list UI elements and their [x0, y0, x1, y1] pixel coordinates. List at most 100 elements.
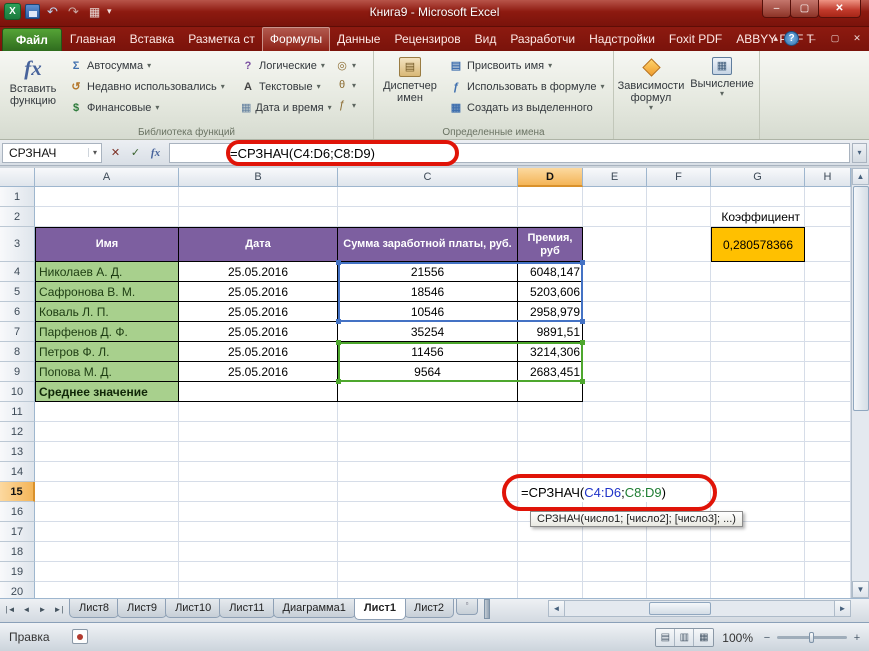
- sheet-tab-4[interactable]: Лист11: [219, 599, 274, 618]
- insert-function-icon[interactable]: fx: [147, 144, 164, 161]
- cell-A7[interactable]: Парфенов Д. Ф.: [35, 322, 179, 342]
- cell-H18[interactable]: [805, 542, 851, 562]
- row-header-10[interactable]: 10: [0, 382, 35, 402]
- cell-A17[interactable]: [35, 522, 179, 542]
- cell-D2[interactable]: [518, 207, 583, 227]
- cell-A1[interactable]: [35, 187, 179, 207]
- cell-A11[interactable]: [35, 402, 179, 422]
- zoom-in-icon[interactable]: +: [851, 632, 863, 644]
- math-trig-button[interactable]: θ ▾: [332, 76, 370, 94]
- cell-D6[interactable]: 2958,979: [518, 302, 583, 322]
- row-header-4[interactable]: 4: [0, 262, 35, 282]
- maximize-button[interactable]: ▢: [790, 0, 819, 18]
- cell-B19[interactable]: [179, 562, 338, 582]
- insert-function-button[interactable]: fx Вставить функцию: [4, 54, 62, 107]
- cell-F9[interactable]: [647, 362, 711, 382]
- use_in_formula-button[interactable]: ƒИспользовать в формуле▾: [446, 77, 610, 96]
- expand-formula-bar-icon[interactable]: ▾: [852, 143, 867, 163]
- cell-B6[interactable]: 25.05.2016: [179, 302, 338, 322]
- cell-D10[interactable]: [518, 382, 583, 402]
- cell-C20[interactable]: [338, 582, 518, 598]
- cell-A13[interactable]: [35, 442, 179, 462]
- cell-C14[interactable]: [338, 462, 518, 482]
- name-manager-button[interactable]: ▤ Диспетчер имен: [378, 54, 442, 104]
- ribbon-tab-5[interactable]: Данные: [330, 28, 387, 51]
- column-header-E[interactable]: E: [583, 168, 647, 187]
- cell-E9[interactable]: [583, 362, 647, 382]
- zoom-out-icon[interactable]: −: [761, 632, 773, 644]
- sheet-tab-6[interactable]: Лист1: [354, 599, 406, 620]
- column-header-D[interactable]: D: [518, 168, 583, 187]
- row-header-5[interactable]: 5: [0, 282, 35, 302]
- row-header-13[interactable]: 13: [0, 442, 35, 462]
- cell-C10[interactable]: [338, 382, 518, 402]
- cell-D12[interactable]: [518, 422, 583, 442]
- row-header-1[interactable]: 1: [0, 187, 35, 207]
- cancel-entry-button[interactable]: ✕: [107, 144, 124, 161]
- cell-C6[interactable]: 10546: [338, 302, 518, 322]
- tab-splitter-handle[interactable]: [484, 599, 490, 619]
- cell-H14[interactable]: [805, 462, 851, 482]
- cell-B9[interactable]: 25.05.2016: [179, 362, 338, 382]
- cell-G6[interactable]: [711, 302, 805, 322]
- cell-F6[interactable]: [647, 302, 711, 322]
- row-header-7[interactable]: 7: [0, 322, 35, 342]
- logic-menu-button[interactable]: ?Логические▾: [238, 56, 330, 75]
- cell-E12[interactable]: [583, 422, 647, 442]
- row-header-19[interactable]: 19: [0, 562, 35, 582]
- cell-C11[interactable]: [338, 402, 518, 422]
- cell-F2[interactable]: [647, 207, 711, 227]
- cell-A3[interactable]: Имя: [35, 227, 179, 262]
- cell-F8[interactable]: [647, 342, 711, 362]
- zoom-thumb[interactable]: [809, 632, 814, 643]
- workbook-restore-icon[interactable]: ▢: [827, 33, 843, 44]
- sheet-tab-3[interactable]: Лист10: [165, 599, 221, 618]
- scroll-right-icon[interactable]: ►: [834, 601, 850, 616]
- column-header-B[interactable]: B: [179, 168, 338, 187]
- cell-A10[interactable]: Среднее значение: [35, 382, 179, 402]
- cell-H5[interactable]: [805, 282, 851, 302]
- name-box-caret-icon[interactable]: ▾: [88, 148, 101, 157]
- cell-E19[interactable]: [583, 562, 647, 582]
- horizontal-scroll-thumb[interactable]: [649, 602, 711, 615]
- column-header-G[interactable]: G: [711, 168, 805, 187]
- cell-E14[interactable]: [583, 462, 647, 482]
- last-sheet-icon[interactable]: ►|: [51, 601, 66, 617]
- cell-B1[interactable]: [179, 187, 338, 207]
- zoom-track[interactable]: [777, 636, 847, 639]
- ribbon-tab-3[interactable]: Разметка ст: [181, 28, 262, 51]
- cell-C7[interactable]: 35254: [338, 322, 518, 342]
- define_name-button[interactable]: ▤Присвоить имя▾: [446, 56, 610, 75]
- row-header-11[interactable]: 11: [0, 402, 35, 422]
- cell-A5[interactable]: Сафронова В. М.: [35, 282, 179, 302]
- cell-B2[interactable]: [179, 207, 338, 227]
- cell-C1[interactable]: [338, 187, 518, 207]
- cell-B17[interactable]: [179, 522, 338, 542]
- cell-H19[interactable]: [805, 562, 851, 582]
- cell-B3[interactable]: Дата: [179, 227, 338, 262]
- vertical-scroll-thumb[interactable]: [853, 186, 869, 411]
- row-header-17[interactable]: 17: [0, 522, 35, 542]
- column-header-F[interactable]: F: [647, 168, 711, 187]
- cell-F3[interactable]: [647, 227, 711, 262]
- cell-A2[interactable]: [35, 207, 179, 227]
- cell-D8[interactable]: 3214,306: [518, 342, 583, 362]
- cell-D19[interactable]: [518, 562, 583, 582]
- cell-G13[interactable]: [711, 442, 805, 462]
- cell-D9[interactable]: 2683,451: [518, 362, 583, 382]
- cell-H11[interactable]: [805, 402, 851, 422]
- sheet-tab-1[interactable]: Лист8: [69, 599, 119, 618]
- cell-B18[interactable]: [179, 542, 338, 562]
- row-header-14[interactable]: 14: [0, 462, 35, 482]
- cell-E7[interactable]: [583, 322, 647, 342]
- cell-A4[interactable]: Николаев А. Д.: [35, 262, 179, 282]
- cell-F5[interactable]: [647, 282, 711, 302]
- cell-G18[interactable]: [711, 542, 805, 562]
- insert-worksheet-button[interactable]: ▫: [456, 599, 478, 615]
- normal-view-icon[interactable]: ▤: [656, 629, 675, 646]
- cell-H10[interactable]: [805, 382, 851, 402]
- ribbon-tab-9[interactable]: Надстройки: [582, 28, 662, 51]
- row-header-18[interactable]: 18: [0, 542, 35, 562]
- column-header-A[interactable]: A: [35, 168, 179, 187]
- column-header-C[interactable]: C: [338, 168, 518, 187]
